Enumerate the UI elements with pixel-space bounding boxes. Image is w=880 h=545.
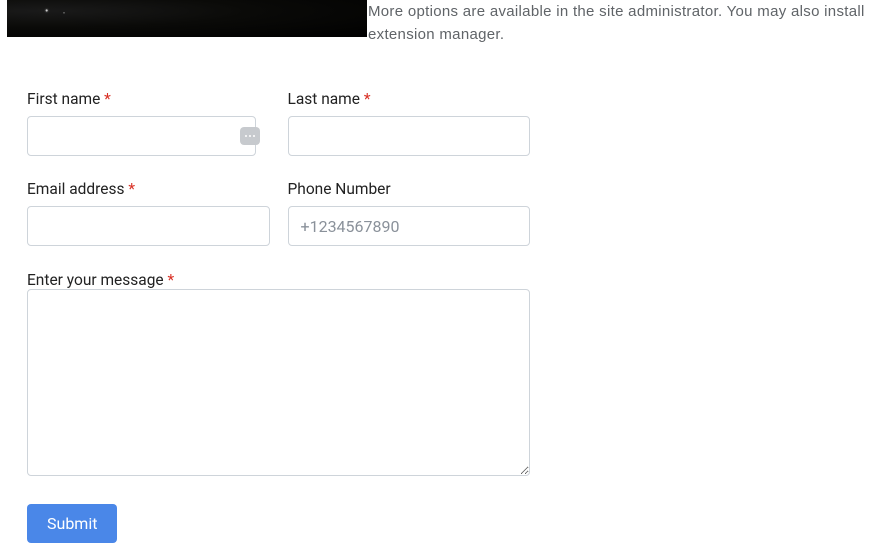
star-dot: • bbox=[63, 10, 65, 17]
required-marker: * bbox=[128, 180, 135, 198]
hero-image-strip: • bbox=[7, 0, 367, 37]
intro-paragraph: More options are available in the site a… bbox=[368, 0, 880, 47]
message-textarea[interactable] bbox=[27, 289, 530, 476]
first-name-label: First name * bbox=[27, 90, 270, 108]
last-name-label: Last name * bbox=[288, 90, 531, 108]
submit-button[interactable]: Submit bbox=[27, 504, 117, 543]
first-name-label-text: First name bbox=[27, 90, 100, 108]
autofill-icon[interactable] bbox=[240, 127, 260, 145]
message-label: Enter your message * bbox=[27, 271, 174, 289]
email-input[interactable] bbox=[27, 206, 270, 246]
message-label-text: Enter your message bbox=[27, 271, 164, 289]
last-name-input[interactable] bbox=[288, 116, 531, 156]
required-marker: * bbox=[167, 271, 174, 289]
required-marker: * bbox=[364, 90, 371, 108]
phone-input[interactable] bbox=[288, 206, 531, 246]
first-name-input[interactable] bbox=[27, 116, 256, 156]
email-label-text: Email address bbox=[27, 180, 124, 198]
phone-label: Phone Number bbox=[288, 180, 531, 198]
required-marker: * bbox=[104, 90, 111, 108]
phone-label-text: Phone Number bbox=[288, 180, 391, 198]
email-label: Email address * bbox=[27, 180, 270, 198]
last-name-label-text: Last name bbox=[288, 90, 361, 108]
contact-form: First name * Last name * Email address * bbox=[27, 90, 530, 543]
